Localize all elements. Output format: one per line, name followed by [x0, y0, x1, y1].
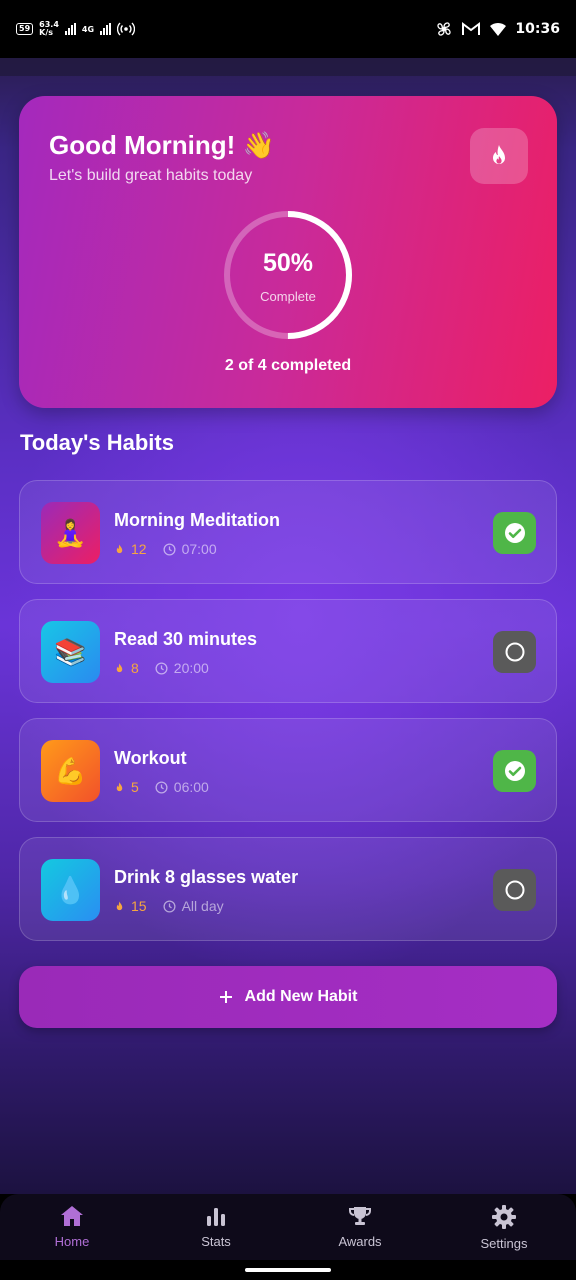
- progress-label: Complete: [260, 289, 316, 304]
- network-type: 4G: [81, 24, 95, 34]
- status-bar: 59 63.4 K/s 4G 10:36: [0, 0, 576, 58]
- habit-name: Workout: [114, 748, 187, 768]
- schedule-time: 07:00: [181, 541, 217, 557]
- top-strip: [0, 58, 576, 76]
- flame-icon: [116, 543, 123, 553]
- nav-home-label: Home: [54, 1234, 90, 1249]
- habit-icon: 💧: [41, 859, 100, 921]
- habit-meta: 5 06:00: [114, 779, 209, 795]
- streak-count: 8: [131, 660, 139, 676]
- clock-icon: [163, 899, 176, 913]
- schedule-time: All day: [181, 898, 224, 914]
- nav-awards-label: Awards: [338, 1234, 382, 1249]
- fan-icon: [437, 22, 452, 36]
- streak-count: 15: [131, 898, 147, 914]
- habit-card[interactable]: 🧘‍♀️ Morning Meditation 12 07:00: [19, 480, 557, 584]
- status-left: 59 63.4 K/s 4G: [16, 21, 136, 37]
- add-habit-button[interactable]: Add New Habit: [19, 966, 557, 1028]
- bottom-nav: Home Stats Awards Settings: [0, 1194, 576, 1260]
- habit-complete-toggle[interactable]: [493, 631, 536, 673]
- progress-card: Good Morning! 👋 Let's build great habits…: [19, 96, 557, 408]
- status-right: 10:36: [435, 20, 560, 38]
- empty-circle-icon: [505, 880, 524, 900]
- streak-count: 5: [131, 779, 139, 795]
- habit-emoji: 🧘‍♀️: [54, 517, 87, 548]
- habit-emoji: 💪: [54, 755, 87, 786]
- progress-percent: 50%: [262, 249, 314, 277]
- habit-emoji: 💧: [54, 874, 87, 905]
- nav-stats[interactable]: Stats: [144, 1194, 288, 1260]
- habit-emoji: 📚: [54, 636, 87, 667]
- hotspot-icon: [117, 22, 136, 36]
- flame-icon: [116, 781, 123, 791]
- trophy-icon: [349, 1207, 371, 1225]
- habit-meta: 15 All day: [114, 898, 224, 914]
- notification-count-badge: 59: [16, 23, 34, 35]
- gmail-icon: [462, 22, 481, 35]
- add-habit-label: Add New Habit: [244, 988, 358, 1005]
- habit-card[interactable]: 💪 Workout 5 06:00: [19, 718, 557, 822]
- clock: 10:36: [515, 21, 560, 37]
- completed-count: 2 of 4 completed: [224, 357, 352, 374]
- streak-button[interactable]: [470, 128, 528, 184]
- check-circle-icon: [504, 523, 525, 543]
- schedule-time: 20:00: [173, 660, 209, 676]
- streak: 12: [114, 541, 147, 557]
- wifi-icon: [490, 22, 507, 36]
- empty-circle-icon: [505, 642, 524, 662]
- plus-icon: [219, 991, 232, 1003]
- schedule: 06:00: [155, 779, 209, 795]
- schedule-time: 06:00: [173, 779, 209, 795]
- home-gesture-bar[interactable]: [245, 1268, 331, 1272]
- schedule: 07:00: [163, 541, 217, 557]
- progress-ring: 50% Complete: [224, 211, 352, 339]
- habit-icon: 💪: [41, 740, 100, 802]
- greeting-title: Good Morning! 👋: [49, 130, 275, 160]
- schedule: All day: [163, 898, 224, 914]
- habit-complete-toggle[interactable]: [493, 869, 536, 911]
- nav-settings-label: Settings: [480, 1236, 528, 1251]
- signal-icon-2: [100, 23, 112, 35]
- habit-complete-toggle[interactable]: [493, 512, 536, 554]
- check-circle-icon: [504, 761, 525, 781]
- habit-name: Morning Meditation: [114, 510, 280, 530]
- flame-icon: [116, 900, 123, 910]
- network-speed-unit: K/s: [39, 28, 54, 37]
- streak: 8: [114, 660, 139, 676]
- habit-complete-toggle[interactable]: [493, 750, 536, 792]
- clock-icon: [163, 542, 176, 556]
- section-title: Today's Habits: [20, 430, 174, 455]
- habit-card[interactable]: 💧 Drink 8 glasses water 15 All day: [19, 837, 557, 941]
- streak: 5: [114, 779, 139, 795]
- greeting-subtitle: Let's build great habits today: [49, 167, 253, 184]
- gear-icon: [492, 1205, 516, 1229]
- streak: 15: [114, 898, 147, 914]
- gesture-area: [0, 1260, 576, 1280]
- nav-home[interactable]: Home: [0, 1194, 144, 1260]
- habit-meta: 8 20:00: [114, 660, 209, 676]
- nav-stats-label: Stats: [201, 1234, 231, 1249]
- habit-icon: 🧘‍♀️: [41, 502, 100, 564]
- habit-card[interactable]: 📚 Read 30 minutes 8 20:00: [19, 599, 557, 703]
- clock-icon: [155, 780, 168, 794]
- home-icon: [61, 1206, 83, 1226]
- habit-icon: 📚: [41, 621, 100, 683]
- stats-icon: [207, 1208, 225, 1226]
- signal-icon: [64, 23, 76, 35]
- nav-settings[interactable]: Settings: [432, 1194, 576, 1260]
- nav-awards[interactable]: Awards: [288, 1194, 432, 1260]
- schedule: 20:00: [155, 660, 209, 676]
- flame-icon: [116, 662, 123, 672]
- habit-meta: 12 07:00: [114, 541, 217, 557]
- app-screen: Good Morning! 👋 Let's build great habits…: [0, 58, 576, 1194]
- network-speed: 63.4 K/s: [39, 21, 59, 37]
- habit-name: Drink 8 glasses water: [114, 867, 299, 887]
- streak-count: 12: [131, 541, 147, 557]
- clock-icon: [155, 661, 168, 675]
- habit-name: Read 30 minutes: [114, 629, 258, 649]
- flame-icon: [493, 145, 505, 164]
